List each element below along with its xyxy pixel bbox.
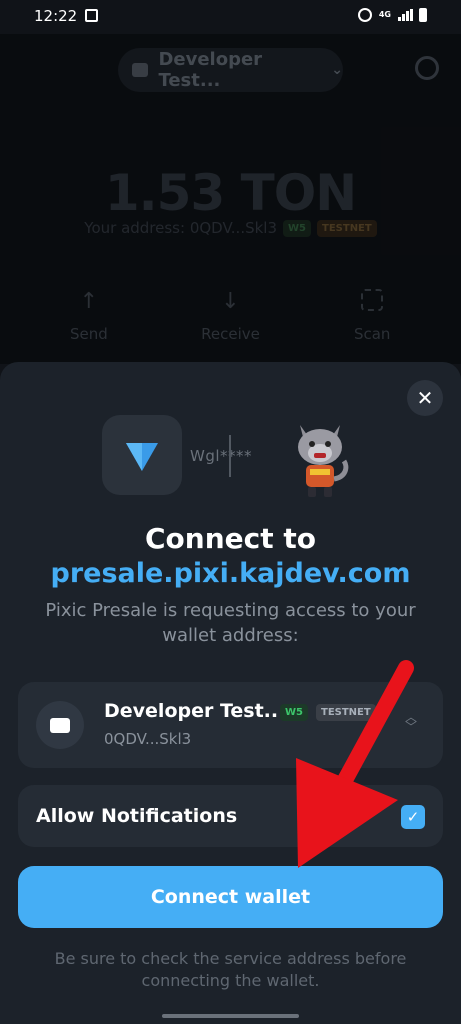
connect-sheet: ✕ Wgl**** Connect to presale.pixi.kajdev: [0, 362, 461, 1024]
ton-logo: [102, 415, 182, 495]
close-icon: ✕: [416, 386, 434, 410]
wallet-picker[interactable]: Developer Test... 0QDV...Skl3 W5 TESTNET…: [18, 682, 443, 768]
wallet-address: 0QDV...Skl3: [104, 730, 192, 748]
signal-icon: [398, 9, 413, 21]
modal-backdrop[interactable]: [0, 34, 461, 364]
connector-text: Wgl****: [190, 447, 253, 465]
request-description: Pixic Presale is requesting access to yo…: [45, 600, 416, 646]
wallet-name: Developer Test...: [104, 700, 286, 722]
status-icons: 4G: [357, 8, 427, 22]
security-footnote: Be sure to check the service address bef…: [54, 949, 407, 990]
alarm-icon: [357, 8, 372, 22]
close-button[interactable]: ✕: [407, 380, 443, 416]
wallet-icon: [50, 717, 70, 733]
battery-icon: [419, 8, 427, 22]
network-label: 4G: [378, 10, 391, 19]
status-time: 12:22: [34, 7, 78, 25]
connect-wallet-button[interactable]: Connect wallet: [18, 866, 443, 928]
home-indicator[interactable]: [162, 1014, 299, 1018]
mascot-logo: [298, 425, 349, 497]
connector-divider: [229, 435, 231, 477]
diamond-icon: [126, 443, 158, 471]
status-bar: 12:22 4G: [0, 0, 461, 34]
connection-logos: Wgl****: [0, 415, 461, 497]
notifications-row[interactable]: Allow Notifications ✓: [18, 785, 443, 847]
gallery-icon: [85, 9, 98, 22]
chevron-updown-icon: ︿ ﹀: [404, 710, 417, 734]
w5-badge: W5: [280, 704, 308, 721]
connect-title: Connect to: [145, 522, 316, 555]
notifications-label: Allow Notifications: [36, 805, 238, 827]
wallet-avatar: [36, 701, 84, 749]
notifications-checkbox[interactable]: ✓: [401, 805, 425, 829]
testnet-badge: TESTNET: [316, 704, 376, 721]
service-domain: presale.pixi.kajdev.com: [50, 558, 411, 589]
